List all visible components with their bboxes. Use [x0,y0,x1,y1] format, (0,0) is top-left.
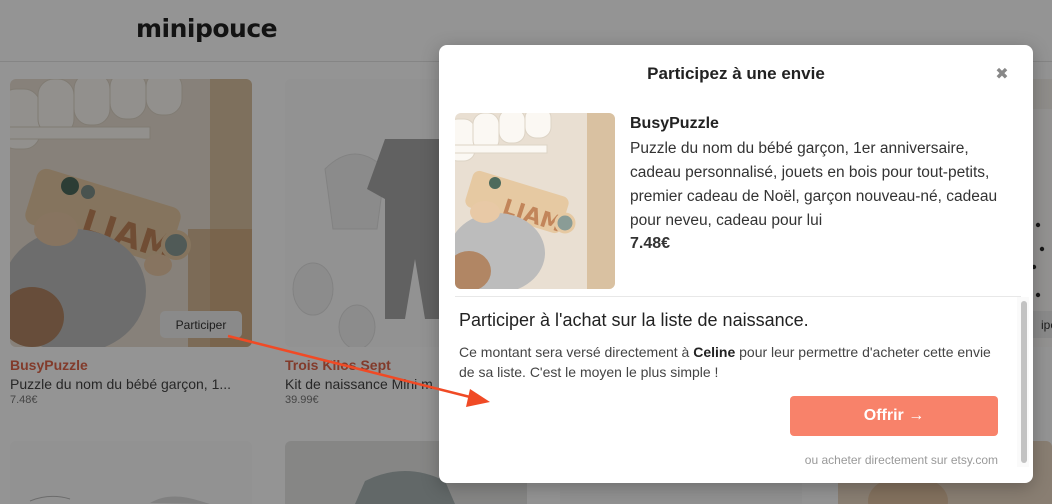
panel-title: Participer à l'achat sur la liste de nai… [459,310,809,330]
offer-button[interactable]: Offrir → [790,396,998,436]
modal-title: Participez à une envie [647,64,825,83]
scrollbar-thumb[interactable] [1021,301,1027,463]
contribution-panel: Participer à l'achat sur la liste de nai… [455,296,1029,470]
puzzle-photo: LIAM [455,113,615,289]
product-info: BusyPuzzle Puzzle du nom du bébé garçon,… [630,115,1022,253]
contribution-modal: Participez à une envie ✖ LIAM BusyPuzzle… [439,45,1033,483]
panel-description: Ce montant sera versé directement à Celi… [459,342,999,382]
recipient-name: Celine [693,344,736,360]
close-icon[interactable]: ✖ [993,65,1011,83]
product-price: 7.48€ [630,235,671,252]
etsy-link[interactable]: ou acheter directement sur etsy.com [805,453,998,467]
product-shop-name: BusyPuzzle [630,115,719,132]
panel-text-start: Ce montant sera versé directement à [459,344,694,360]
product-image: LIAM [455,113,615,289]
product-description: Puzzle du nom du bébé garçon, 1er annive… [630,140,998,229]
